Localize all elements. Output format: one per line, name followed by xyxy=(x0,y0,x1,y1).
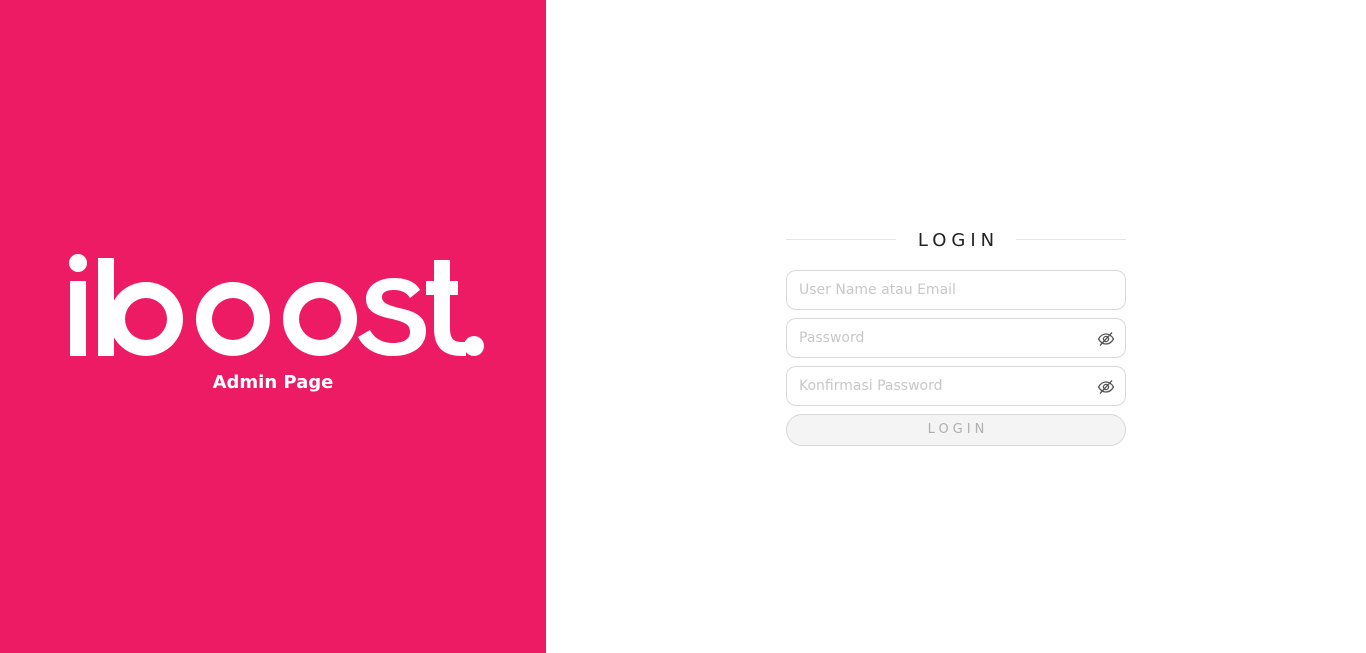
confirm-password-field xyxy=(786,366,1126,406)
password-visibility-toggle[interactable] xyxy=(1097,330,1115,348)
heading-divider-right xyxy=(1016,239,1126,240)
username-field xyxy=(786,270,1126,310)
username-input[interactable] xyxy=(787,271,1125,309)
confirm-password-visibility-toggle[interactable] xyxy=(1097,378,1115,396)
form-panel: LOGIN User Name atau Email LOGIN xyxy=(546,0,1366,653)
iboost-logo xyxy=(69,254,484,356)
login-page: Admin Page LOGIN User Name atau Email LO… xyxy=(0,0,1366,653)
heading-divider-left xyxy=(786,239,896,240)
eye-slash-icon xyxy=(1097,380,1115,394)
login-button[interactable]: LOGIN xyxy=(786,414,1126,446)
login-title: LOGIN xyxy=(917,229,1000,251)
login-heading: LOGIN xyxy=(786,226,1126,254)
password-field xyxy=(786,318,1126,358)
login-form: LOGIN User Name atau Email LOGIN xyxy=(786,226,1126,446)
admin-page-label: Admin Page xyxy=(212,372,334,393)
password-input[interactable] xyxy=(787,319,1125,357)
confirm-password-input[interactable] xyxy=(787,367,1125,405)
eye-slash-icon xyxy=(1097,332,1115,346)
brand-panel: Admin Page xyxy=(0,0,546,653)
